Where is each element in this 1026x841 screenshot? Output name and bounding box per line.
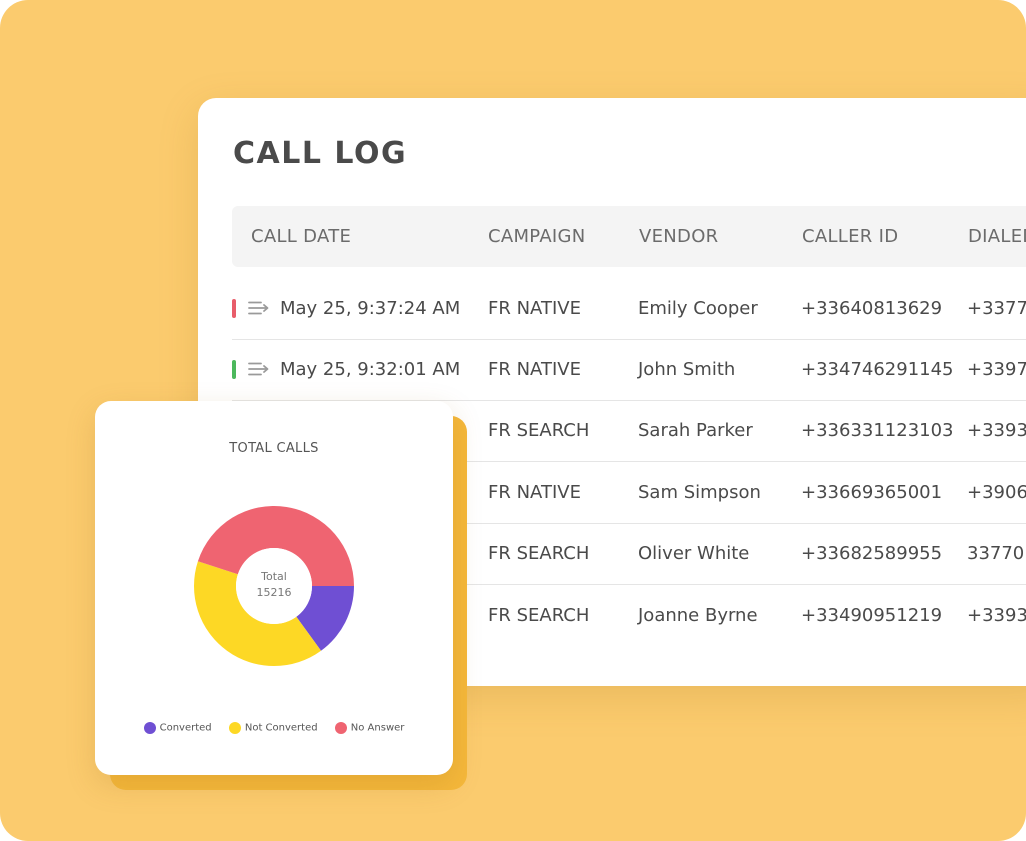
campaign-cell: FR NATIVE (488, 359, 581, 380)
caller-id-cell: +336331123103 (801, 420, 954, 441)
caller-id-cell: +33490951219 (801, 605, 943, 626)
page-background: CALL LOG CALL DATE CAMPAIGN VENDOR CALLE… (0, 0, 1026, 841)
caller-id-cell: +33682589955 (801, 543, 943, 564)
donut-center-label: Total (260, 570, 287, 583)
outbound-call-icon (248, 301, 269, 315)
campaign-cell: FR SEARCH (488, 420, 590, 441)
column-header-call-date[interactable]: CALL DATE (251, 226, 351, 247)
dialed-cell: +33970 (967, 359, 1026, 380)
dialed-cell: +33770 (967, 298, 1026, 319)
campaign-cell: FR SEARCH (488, 605, 590, 626)
legend-swatch (228, 722, 241, 734)
table-row[interactable]: May 25, 9:37:24 AM FR NATIVE Emily Coope… (232, 279, 1026, 340)
call-date-cell: May 25, 9:37:24 AM (280, 298, 461, 319)
legend-item-no-answer[interactable]: No Answer (334, 722, 405, 734)
vendor-cell: John Smith (638, 359, 736, 380)
call-date-cell: May 25, 9:32:01 AM (280, 359, 461, 380)
status-indicator (232, 299, 236, 318)
caller-id-cell: +33640813629 (801, 298, 943, 319)
column-header-vendor[interactable]: VENDOR (639, 226, 719, 247)
total-calls-card: TOTAL CALLS Total 15216 Converted Not Co… (95, 401, 453, 775)
dialed-cell: +39068 (967, 482, 1026, 503)
caller-id-cell: +334746291145 (801, 359, 954, 380)
dialed-cell: 337701 (967, 543, 1026, 564)
vendor-cell: Sarah Parker (638, 420, 753, 441)
page-title: CALL LOG (233, 136, 408, 171)
dialed-cell: +33933 (967, 605, 1026, 626)
legend-label: Converted (159, 722, 212, 734)
column-header-campaign[interactable]: CAMPAIGN (488, 226, 586, 247)
table-row[interactable]: May 25, 9:32:01 AM FR NATIVE John Smith … (232, 340, 1026, 401)
vendor-cell: Sam Simpson (638, 482, 761, 503)
chart-legend: Converted Not Converted No Answer (95, 722, 453, 734)
legend-swatch (334, 722, 347, 734)
legend-item-converted[interactable]: Converted (143, 722, 212, 734)
campaign-cell: FR SEARCH (488, 543, 590, 564)
status-indicator (232, 360, 236, 379)
vendor-cell: Joanne Byrne (638, 605, 758, 626)
donut-chart: Total 15216 (194, 506, 354, 666)
column-header-dialed[interactable]: DIALED (968, 226, 1026, 247)
outbound-call-icon (248, 362, 269, 376)
table-header: CALL DATE CAMPAIGN VENDOR CALLER ID DIAL… (232, 206, 1026, 267)
dialed-cell: +33933 (967, 420, 1026, 441)
column-header-caller-id[interactable]: CALLER ID (802, 226, 898, 247)
legend-item-not-converted[interactable]: Not Converted (228, 722, 318, 734)
campaign-cell: FR NATIVE (488, 482, 581, 503)
legend-swatch (143, 722, 156, 734)
vendor-cell: Oliver White (638, 543, 750, 564)
legend-label: Not Converted (244, 722, 318, 734)
campaign-cell: FR NATIVE (488, 298, 581, 319)
caller-id-cell: +33669365001 (801, 482, 943, 503)
legend-label: No Answer (350, 722, 405, 734)
vendor-cell: Emily Cooper (638, 298, 758, 319)
donut-center-value: 15216 (257, 586, 292, 599)
